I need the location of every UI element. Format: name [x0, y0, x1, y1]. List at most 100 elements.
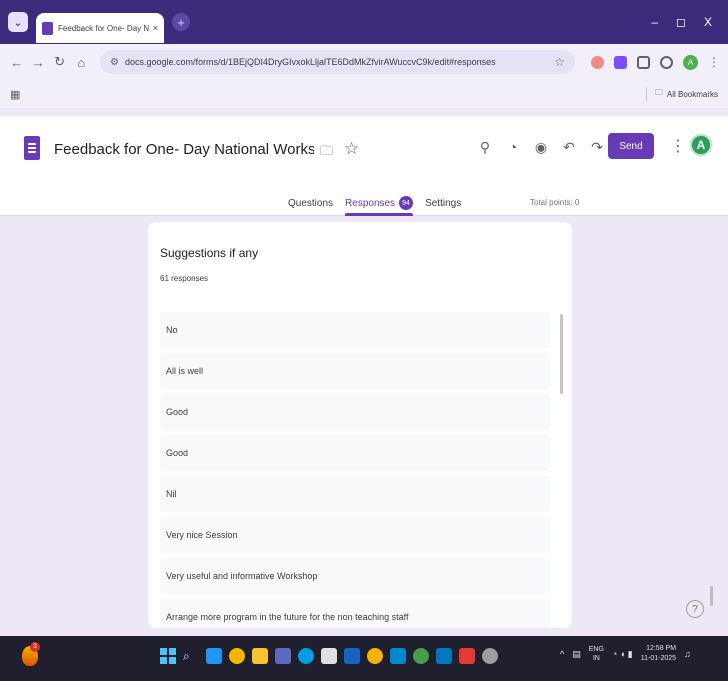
tray-chevron-up-icon[interactable]: ^	[560, 649, 564, 659]
page-scrollbar[interactable]	[710, 586, 713, 606]
bookmark-star-icon[interactable]: ☆	[554, 55, 565, 69]
taskbar-apps: ⌕	[160, 648, 498, 664]
clock[interactable]: 12:58 PM 11-01-2025	[641, 644, 676, 664]
responses-count-badge: 94	[399, 196, 414, 210]
extension-red-icon[interactable]	[591, 55, 604, 69]
preview-eye-icon[interactable]: ◉	[532, 138, 550, 156]
send-button[interactable]: Send	[608, 133, 654, 159]
tab-search-chevron-icon[interactable]: ⌄	[8, 12, 28, 32]
chrome-active-icon[interactable]	[413, 648, 429, 664]
site-settings-icon[interactable]: ⚙	[110, 57, 119, 68]
address-bar[interactable]: ⚙ docs.google.com/forms/d/1BEjQDI4DryGIv…	[100, 50, 575, 74]
media-icon[interactable]	[660, 55, 673, 69]
move-to-folder-icon[interactable]: 🗀	[320, 142, 333, 164]
clock-date: 11-01-2025	[640, 655, 677, 662]
list-item: Good	[160, 435, 550, 471]
windows-start-icon[interactable]	[160, 648, 176, 664]
tab-responses[interactable]: Responses 94	[345, 190, 414, 216]
google-forms-logo-icon[interactable]	[24, 136, 40, 160]
back-arrow-icon[interactable]: ←	[8, 55, 26, 70]
settings-gear-icon[interactable]	[482, 648, 498, 664]
list-item: Good	[160, 394, 550, 430]
answers-scrollbar[interactable]	[560, 314, 563, 394]
tab-responses-label: Responses	[345, 197, 396, 209]
extensions-puzzle-icon[interactable]	[637, 55, 650, 69]
app-purple-icon[interactable]	[275, 648, 291, 664]
home-icon[interactable]: ⌂	[73, 55, 91, 70]
tab-questions[interactable]: Questions	[288, 190, 333, 216]
list-item: Arrange more program in the future for t…	[160, 599, 550, 628]
list-item: All is well	[160, 353, 550, 389]
wifi-volume-battery-icons[interactable]: ◔ ◖ ▮	[612, 649, 633, 660]
windows-taskbar: 3 ⌕ ^ ▤ ENG IN ◔ ◖ ▮ 12:58 PM 11-01-2025…	[0, 636, 728, 681]
list-item: Very useful and informative Workshop	[160, 558, 550, 594]
response-count: 61 responses	[160, 274, 209, 283]
tab-settings-label: Settings	[425, 197, 462, 209]
list-item: No	[160, 312, 550, 348]
all-bookmarks-label: All Bookmarks	[666, 89, 718, 99]
maximize-button[interactable]: ◻	[676, 15, 686, 29]
profile-avatar-icon[interactable]: A	[683, 54, 698, 70]
list-item: Nil	[160, 476, 550, 512]
language-indicator[interactable]: ENG IN	[589, 645, 604, 663]
browser-tabstrip: ⌄ Feedback for One- Day National × + – ◻…	[0, 0, 728, 44]
search-icon[interactable]: ⌕	[183, 648, 199, 664]
answers-list[interactable]: No All is well Good Good Nil Very nice S…	[160, 312, 550, 628]
close-window-button[interactable]: X	[704, 15, 712, 29]
edge-icon[interactable]	[298, 648, 314, 664]
addons-icon[interactable]: ⚲	[476, 138, 494, 156]
minimize-button[interactable]: –	[651, 15, 658, 29]
reload-icon[interactable]: ↻	[51, 54, 69, 70]
clock-time: 12:58 PM	[646, 645, 677, 652]
palette-icon[interactable]: ◔	[504, 138, 522, 156]
tab-settings[interactable]: Settings	[425, 190, 461, 216]
app-store-icon[interactable]	[206, 648, 222, 664]
url-text[interactable]: docs.google.com/forms/d/1BEjQDI4DryGIvxo…	[125, 57, 554, 67]
pdf-reader-icon[interactable]	[459, 648, 475, 664]
undo-icon[interactable]: ↶	[560, 138, 578, 156]
header-actions: ⚲ ◔ ◉ ↶ ↷	[476, 138, 606, 156]
all-bookmarks[interactable]: 🗀 All Bookmarks	[645, 87, 718, 101]
bookmarks-bar: ▦ 🗀 All Bookmarks	[0, 80, 728, 108]
chrome-menu-icon[interactable]: ⋮	[708, 55, 720, 69]
star-icon[interactable]: ☆	[344, 139, 359, 159]
account-avatar[interactable]: A	[690, 134, 712, 156]
list-item: Very nice Session	[160, 517, 550, 553]
forward-arrow-icon[interactable]: →	[30, 55, 48, 70]
apps-grid-icon[interactable]: ▦	[10, 88, 20, 101]
window-controls: – ◻ X	[651, 15, 712, 29]
word-icon[interactable]	[344, 648, 360, 664]
bookmarks-divider	[645, 87, 647, 101]
language-code: ENG	[588, 646, 604, 653]
browser-tab-title: Feedback for One- Day National	[58, 23, 149, 33]
notification-bell-icon[interactable]: ♫	[684, 649, 691, 659]
file-explorer-icon[interactable]	[252, 648, 268, 664]
form-tabs: Questions Responses 94 Settings	[288, 190, 461, 216]
browser-toolbar: ← → ↻ ⌂ ⚙ docs.google.com/forms/d/1BEjQD…	[0, 44, 728, 80]
question-response-card: Suggestions if any 61 responses No All i…	[148, 222, 572, 628]
more-options-icon[interactable]: ⋮	[670, 136, 686, 156]
folder-icon: 🗀	[654, 88, 663, 97]
system-tray: ^ ▤ ENG IN ◔ ◖ ▮ 12:58 PM 11-01-2025 ♫	[560, 644, 691, 664]
forms-header: Feedback for One- Day National Workshop …	[0, 116, 728, 216]
total-points: Total points: 0	[530, 198, 580, 207]
tray-display-icon[interactable]: ▤	[572, 649, 581, 660]
extension-purple-icon[interactable]	[614, 55, 627, 69]
app-blue-icon[interactable]	[436, 648, 452, 664]
new-tab-button[interactable]: +	[172, 13, 190, 31]
browser-tab-active[interactable]: Feedback for One- Day National ×	[36, 13, 164, 43]
widgets-icon[interactable]	[229, 648, 245, 664]
question-title: Suggestions if any	[160, 246, 259, 260]
chrome-icon[interactable]	[367, 648, 383, 664]
forms-favicon-icon	[42, 21, 53, 35]
extensions-area: A ⋮	[591, 54, 720, 70]
form-title[interactable]: Feedback for One- Day National Workshop …	[54, 141, 314, 158]
notepad-icon[interactable]	[321, 648, 337, 664]
tab-close-icon[interactable]: ×	[153, 23, 158, 33]
tab-questions-label: Questions	[288, 197, 334, 209]
weather-badge: 3	[30, 642, 40, 652]
language-region: IN	[592, 655, 600, 662]
redo-icon[interactable]: ↷	[588, 138, 606, 156]
help-icon[interactable]: ?	[686, 600, 704, 618]
photos-icon[interactable]	[390, 648, 406, 664]
